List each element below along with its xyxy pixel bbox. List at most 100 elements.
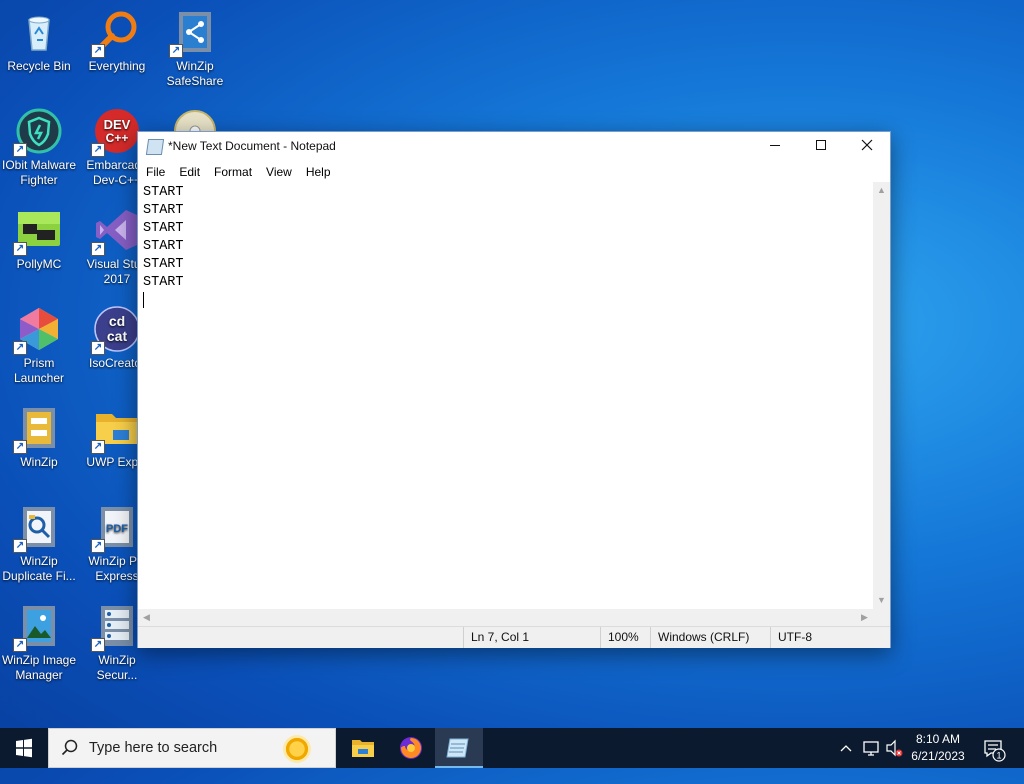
taskbar: Type here to search 8:10 AM 6/21/2023 1 <box>0 728 1024 768</box>
winzip-safeshare-icon: ↗ <box>169 8 219 58</box>
desktop-icon-label: Everything <box>88 59 146 73</box>
shortcut-arrow-icon: ↗ <box>91 242 105 256</box>
text-editor[interactable]: START START START START START START <box>138 182 873 609</box>
dev-cpp-icon: DEV C++ ↗ <box>91 107 141 157</box>
close-button[interactable] <box>844 132 890 162</box>
vertical-scrollbar[interactable]: ▲ ▼ <box>873 182 890 609</box>
text-line: START <box>143 185 184 200</box>
status-zoom: 100% <box>600 627 650 648</box>
winzip-pdf-icon: PDF ↗ <box>91 503 141 553</box>
shortcut-arrow-icon: ↗ <box>91 539 105 553</box>
network-icon[interactable] <box>860 728 882 768</box>
status-encoding: UTF-8 <box>770 627 890 648</box>
taskbar-notepad[interactable] <box>435 728 483 768</box>
shortcut-arrow-icon: ↗ <box>91 44 105 58</box>
shortcut-arrow-icon: ↗ <box>91 341 105 355</box>
scroll-down-arrow-icon[interactable]: ▼ <box>873 592 890 609</box>
taskbar-file-explorer[interactable] <box>339 728 387 768</box>
clock-time: 8:10 AM <box>915 732 961 746</box>
menu-view[interactable]: View <box>259 162 299 182</box>
weather-sun-icon[interactable] <box>283 735 311 763</box>
desktop-icon-recycle-bin[interactable]: Recycle Bin <box>0 8 78 74</box>
menu-edit[interactable]: Edit <box>172 162 207 182</box>
minimize-icon <box>770 145 780 146</box>
status-cursor-position: Ln 7, Col 1 <box>463 627 600 648</box>
window-title: *New Text Document - Notepad <box>168 139 336 153</box>
shortcut-arrow-icon: ↗ <box>13 440 27 454</box>
file-explorer-icon <box>352 740 374 757</box>
shortcut-arrow-icon: ↗ <box>13 638 27 652</box>
notification-icon: 1 <box>984 740 1006 762</box>
notepad-window[interactable]: *New Text Document - Notepad File Edit For… <box>137 131 891 648</box>
recycle-bin-icon <box>15 8 63 56</box>
svg-text:PDF: PDF <box>106 523 128 535</box>
desktop-icon-everything[interactable]: ↗ Everything <box>78 8 156 74</box>
scrollbar-corner <box>873 609 890 626</box>
winzip-secure-icon: ↗ <box>91 602 141 652</box>
desktop-icon-winzip-image-manager[interactable]: ↗ WinZip Image Manager <box>0 602 78 683</box>
menu-help[interactable]: Help <box>299 162 338 182</box>
shortcut-arrow-icon: ↗ <box>169 44 183 58</box>
desktop-icon-label: Prism Launcher <box>13 356 65 385</box>
minimize-button[interactable] <box>752 132 798 162</box>
search-placeholder: Type here to search <box>89 740 218 756</box>
shortcut-arrow-icon: ↗ <box>13 242 27 256</box>
scroll-right-arrow-icon[interactable]: ▶ <box>856 609 873 626</box>
desktop-icon-label: IObit Malware Fighter <box>1 158 77 187</box>
svg-text:cd: cd <box>109 313 125 329</box>
caret-line <box>143 292 873 310</box>
text-line: START <box>143 203 184 218</box>
notepad-icon <box>446 738 469 758</box>
scroll-up-arrow-icon[interactable]: ▲ <box>873 182 890 199</box>
desktop-icon-label: WinZip Image Manager <box>1 653 77 682</box>
pollymc-icon: ↗ <box>13 206 63 256</box>
notification-count: 1 <box>996 751 1001 761</box>
maximize-button[interactable] <box>798 132 844 162</box>
desktop-icon-pollymc[interactable]: ↗ PollyMC <box>0 206 78 272</box>
folder-icon: ↗ <box>91 404 141 454</box>
desktop-icon-winzip-safeshare[interactable]: ↗ WinZip SafeShare <box>156 8 234 89</box>
firefox-icon <box>400 737 422 759</box>
menu-bar: File Edit Format View Help <box>138 162 890 182</box>
search-icon <box>61 739 79 762</box>
notepad-app-icon[interactable] <box>145 139 165 155</box>
title-bar[interactable]: *New Text Document - Notepad <box>138 132 890 162</box>
search-box[interactable]: Type here to search <box>48 728 336 768</box>
start-button[interactable] <box>0 728 48 768</box>
desktop-icon-winzip[interactable]: ↗ WinZip <box>0 404 78 470</box>
prism-launcher-icon: ↗ <box>13 305 63 355</box>
close-icon <box>861 139 873 151</box>
menu-file[interactable]: File <box>139 162 172 182</box>
svg-text:C++: C++ <box>106 131 129 145</box>
system-clock[interactable]: 8:10 AM 6/21/2023 <box>902 731 974 765</box>
text-line: START <box>143 257 184 272</box>
svg-text:DEV: DEV <box>104 117 131 132</box>
desktop-icon-label: Recycle Bin <box>7 59 71 73</box>
status-line-ending: Windows (CRLF) <box>650 627 770 648</box>
scroll-left-arrow-icon[interactable]: ◀ <box>138 609 155 626</box>
shortcut-arrow-icon: ↗ <box>91 638 105 652</box>
volume-muted-icon[interactable] <box>884 728 904 768</box>
text-line: START <box>143 239 184 254</box>
desktop-icon-prism-launcher[interactable]: ↗ Prism Launcher <box>0 305 78 386</box>
action-center-button[interactable]: 1 <box>980 728 1008 768</box>
shortcut-arrow-icon: ↗ <box>13 143 27 157</box>
winzip-duplicate-finder-icon: ↗ <box>13 503 63 553</box>
shortcut-arrow-icon: ↗ <box>91 440 105 454</box>
shortcut-arrow-icon: ↗ <box>91 143 105 157</box>
text-line: START <box>143 221 184 236</box>
text-caret <box>143 292 144 308</box>
winzip-icon: ↗ <box>13 404 63 454</box>
menu-format[interactable]: Format <box>207 162 259 182</box>
shortcut-arrow-icon: ↗ <box>13 341 27 355</box>
text-line: START <box>143 275 184 290</box>
desktop-icon-winzip-duplicate-finder[interactable]: ↗ WinZip Duplicate Fi... <box>0 503 78 584</box>
desktop-icon-iobit-malware-fighter[interactable]: ↗ IObit Malware Fighter <box>0 107 78 188</box>
maximize-icon <box>816 140 826 150</box>
desktop-icon-label: WinZip Secur... <box>96 653 138 682</box>
show-hidden-icons-chevron-icon[interactable] <box>836 728 856 768</box>
desktop-icon-label: WinZip Duplicate Fi... <box>2 554 76 583</box>
visual-studio-icon: ↗ <box>91 206 141 256</box>
taskbar-firefox[interactable] <box>387 728 435 768</box>
horizontal-scrollbar[interactable]: ◀ ▶ <box>138 609 873 626</box>
